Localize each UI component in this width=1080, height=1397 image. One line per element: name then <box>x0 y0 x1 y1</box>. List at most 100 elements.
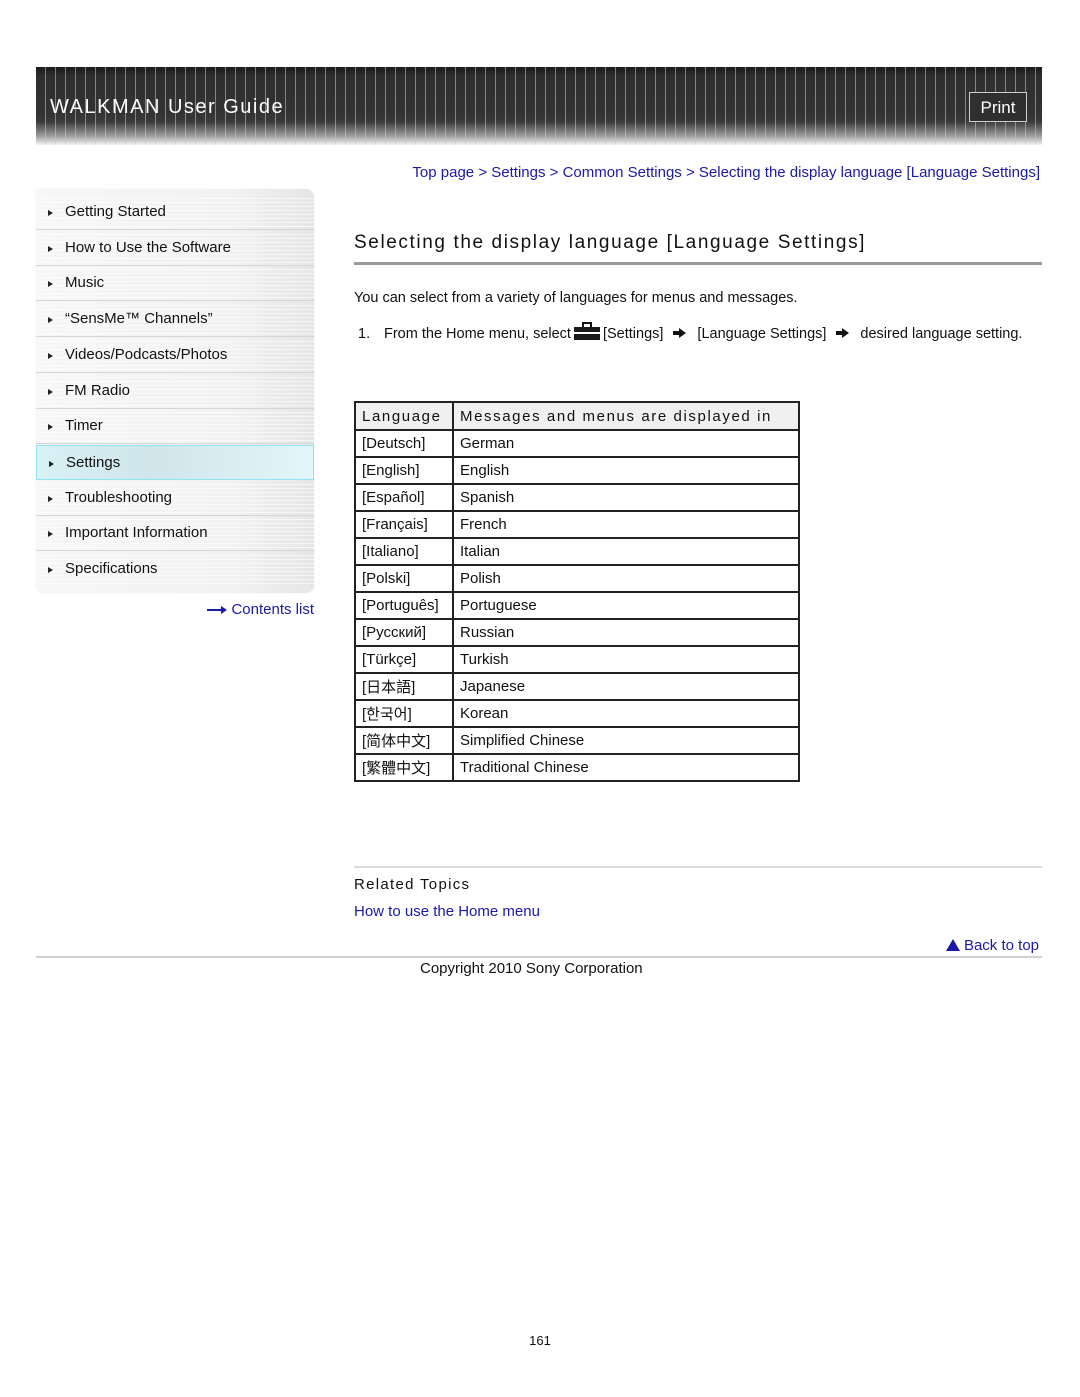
table-row: [한국어] Korean <box>354 699 800 728</box>
display-language-cell: Russian <box>452 618 800 647</box>
related-link-home-menu[interactable]: How to use the Home menu <box>354 903 540 920</box>
language-cell: [Deutsch] <box>354 429 454 458</box>
sidebar-item-label: Music <box>65 274 105 291</box>
triangle-right-icon <box>48 567 53 573</box>
breadcrumb-current-page[interactable]: Selecting the display language [Language… <box>699 164 1040 181</box>
language-cell: [简体中文] <box>354 726 454 755</box>
triangle-right-icon <box>48 531 53 537</box>
settings-toolbox-icon <box>573 322 600 340</box>
table-row: [Polski] Polish <box>354 564 800 593</box>
triangle-right-icon <box>48 246 53 252</box>
triangle-right-icon <box>49 461 54 467</box>
display-language-cell: French <box>452 510 800 539</box>
step-text: From the Home menu, select <box>384 326 571 342</box>
table-row: [简体中文] Simplified Chinese <box>354 726 800 755</box>
display-language-cell: English <box>452 456 800 485</box>
step-desired-language: desired language setting. <box>860 326 1023 342</box>
sidebar-item-timer[interactable]: Timer <box>36 409 314 444</box>
display-language-cell: Japanese <box>452 672 800 701</box>
title-divider <box>354 262 1042 265</box>
language-cell: [日本語] <box>354 672 454 701</box>
triangle-right-icon <box>48 317 53 323</box>
arrow-right-icon <box>673 328 687 338</box>
table-row: [Türkçe] Turkish <box>354 645 800 674</box>
sidebar-item-label: Important Information <box>65 524 208 541</box>
sidebar-item-videos-podcasts-photos[interactable]: Videos/Podcasts/Photos <box>36 338 314 373</box>
language-cell: [English] <box>354 456 454 485</box>
table-row: [Français] French <box>354 510 800 539</box>
table-row: [日本語] Japanese <box>354 672 800 701</box>
table-row: [Español] Spanish <box>354 483 800 512</box>
contents-list-label: Contents list <box>231 601 314 618</box>
page-number: 161 <box>529 1333 551 1348</box>
breadcrumb-top-page[interactable]: Top page <box>412 164 474 181</box>
language-cell: [Русский] <box>354 618 454 647</box>
sidebar-item-getting-started[interactable]: Getting Started <box>36 195 314 230</box>
header-language: Language <box>354 401 454 431</box>
table-row: [Русский] Russian <box>354 618 800 647</box>
triangle-right-icon <box>48 424 53 430</box>
display-language-cell: Portuguese <box>452 591 800 620</box>
breadcrumb-separator: > <box>478 164 488 181</box>
arrow-right-icon <box>836 328 850 338</box>
related-topics-heading: Related Topics <box>354 876 471 893</box>
sidebar-item-label: Getting Started <box>65 203 166 220</box>
display-language-cell: Spanish <box>452 483 800 512</box>
sidebar-item-label: “SensMe™ Channels” <box>65 310 213 327</box>
guide-title: WALKMAN User Guide <box>50 96 285 118</box>
step-body: From the Home menu, select [Settings] [Lan… <box>384 322 1044 347</box>
step-number: 1. <box>358 326 371 342</box>
print-button[interactable]: Print <box>969 92 1027 122</box>
language-cell: [Português] <box>354 591 454 620</box>
language-cell: [Français] <box>354 510 454 539</box>
sidebar-item-settings[interactable]: Settings <box>36 445 314 480</box>
language-cell: [繁體中文] <box>354 753 454 782</box>
breadcrumb-separator: > <box>685 164 695 181</box>
header-displayed-in: Messages and menus are displayed in <box>452 401 800 431</box>
language-cell: [Italiano] <box>354 537 454 566</box>
sidebar-item-important-information[interactable]: Important Information <box>36 516 314 551</box>
breadcrumb-separator: > <box>549 164 559 181</box>
triangle-right-icon <box>48 353 53 359</box>
display-language-cell: German <box>452 429 800 458</box>
language-cell: [Español] <box>354 483 454 512</box>
language-cell: [Türkçe] <box>354 645 454 674</box>
table-row: [Italiano] Italian <box>354 537 800 566</box>
triangle-right-icon <box>48 210 53 216</box>
table-row: [Deutsch] German <box>354 429 800 458</box>
sidebar-item-specifications[interactable]: Specifications <box>36 552 314 587</box>
triangle-up-icon <box>945 939 960 951</box>
sidebar-item-music[interactable]: Music <box>36 266 314 301</box>
language-cell: [한국어] <box>354 699 454 728</box>
contents-list-link[interactable]: Contents list <box>207 601 314 618</box>
step-settings: [Settings] <box>602 326 664 342</box>
table-row: [繁體中文] Traditional Chinese <box>354 753 800 782</box>
sidebar-item-troubleshooting[interactable]: Troubleshooting <box>36 481 314 516</box>
footer-divider <box>36 956 1042 958</box>
triangle-right-icon <box>48 496 53 502</box>
breadcrumb-settings[interactable]: Settings <box>491 164 545 181</box>
breadcrumb-common-settings[interactable]: Common Settings <box>563 164 682 181</box>
sidebar-item-label: FM Radio <box>65 382 131 399</box>
display-language-cell: Polish <box>452 564 800 593</box>
table-header-row: Language Messages and menus are displaye… <box>354 401 800 431</box>
table-row: [English] English <box>354 456 800 485</box>
display-language-cell: Turkish <box>452 645 800 674</box>
triangle-right-icon <box>48 281 53 287</box>
table-row: [Português] Portuguese <box>354 591 800 620</box>
triangle-right-icon <box>48 389 53 395</box>
sidebar-item-sensme-channels[interactable]: “SensMe™ Channels” <box>36 302 314 337</box>
step-language-settings: [Language Settings] <box>697 326 827 342</box>
sidebar-item-label: Videos/Podcasts/Photos <box>65 346 228 363</box>
back-to-top-link[interactable]: Back to top <box>945 937 1039 954</box>
sidebar-item-label: How to Use the Software <box>65 239 231 256</box>
sidebar-item-label: Timer <box>65 417 103 434</box>
sidebar-item-fm-radio[interactable]: FM Radio <box>36 374 314 409</box>
language-table: Language Messages and menus are displaye… <box>354 401 800 782</box>
display-language-cell: Simplified Chinese <box>452 726 800 755</box>
sidebar-item-how-to-use-software[interactable]: How to Use the Software <box>36 231 314 266</box>
arrow-right-icon <box>207 605 228 615</box>
sidebar-nav: Getting Started How to Use the Software … <box>36 189 314 593</box>
header-banner: WALKMAN User Guide Print <box>36 67 1042 145</box>
breadcrumb: Top page > Settings > Common Settings > … <box>412 164 1040 181</box>
